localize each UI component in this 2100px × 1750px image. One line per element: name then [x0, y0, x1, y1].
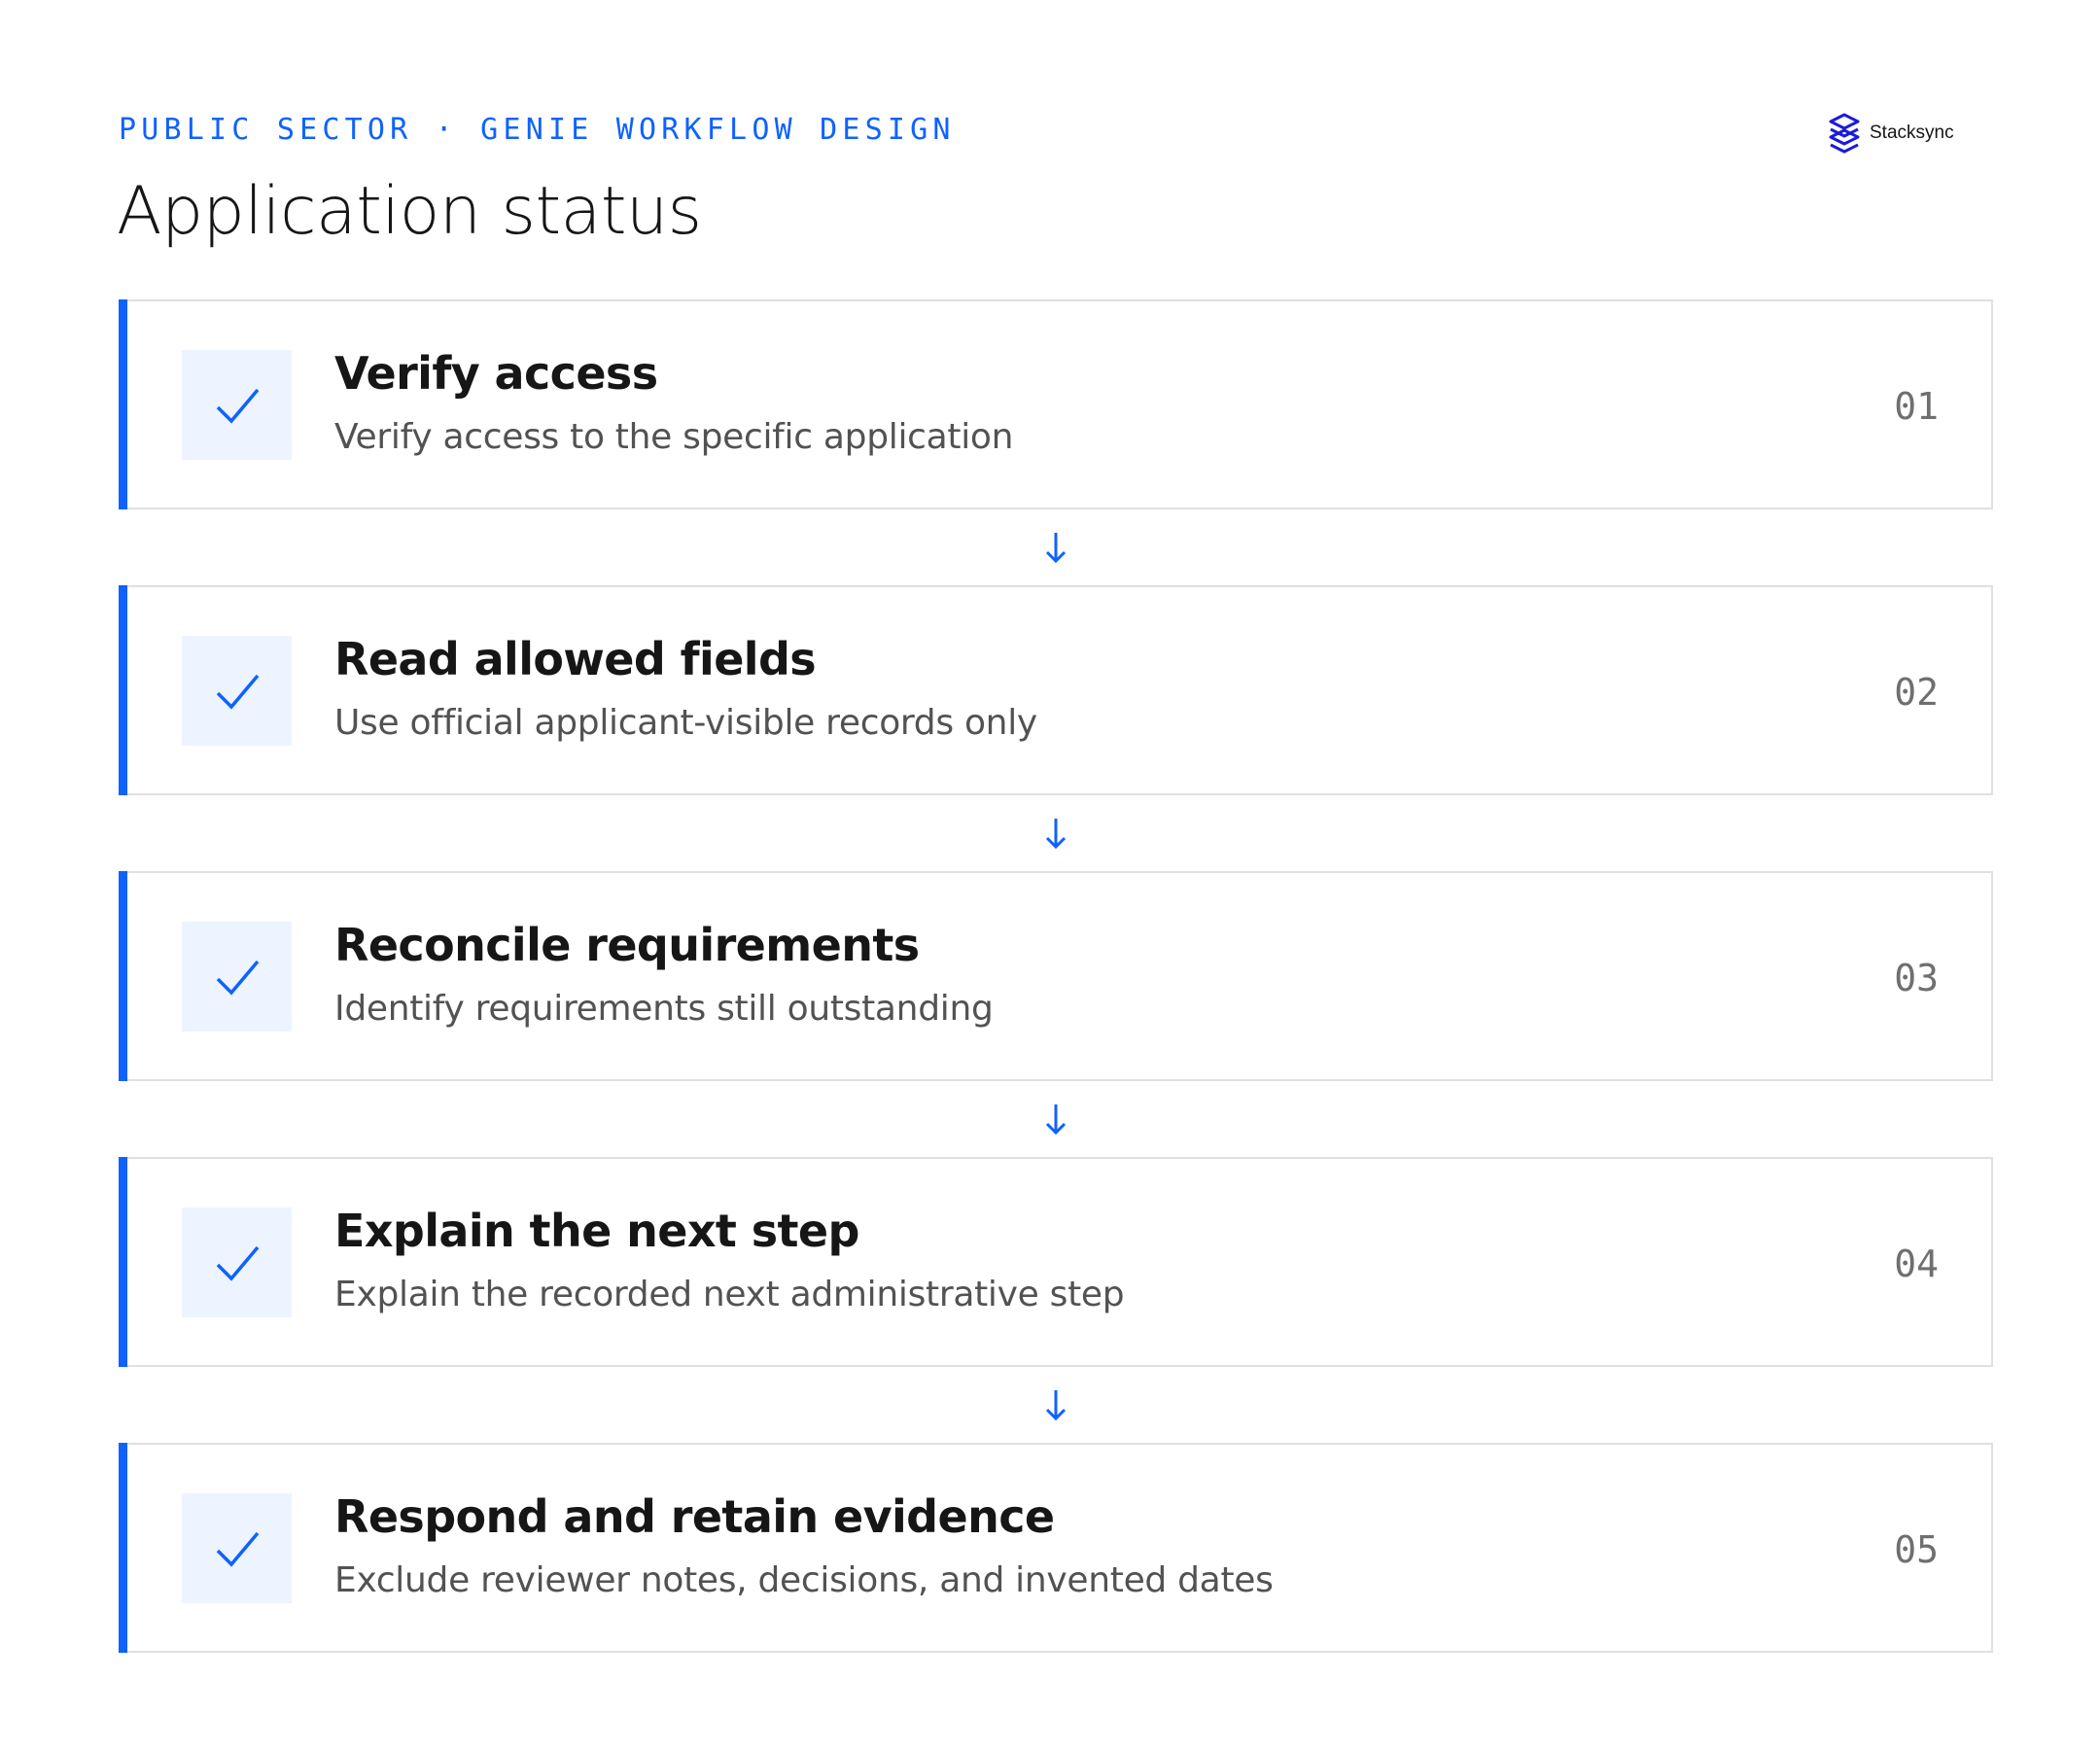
step-description: Verify access to the specific applicatio… [334, 417, 1014, 457]
step-connector [119, 1367, 1993, 1443]
step-number: 05 [1894, 1528, 1939, 1571]
check-icon [214, 382, 261, 429]
check-badge [182, 1493, 292, 1603]
check-badge [182, 922, 292, 1032]
step-title: Read allowed fields [334, 633, 817, 685]
logo-wordmark: Stacksync [1870, 122, 1954, 143]
step-number: 01 [1894, 385, 1939, 428]
step-connector [119, 1081, 1993, 1157]
page-title: Application status [117, 173, 702, 250]
step-card: Reconcile requirements Identify requirem… [119, 871, 1993, 1081]
check-icon [214, 668, 261, 715]
step-connector [119, 795, 1993, 871]
step-card: Explain the next step Explain the record… [119, 1157, 1993, 1367]
arrow-down-icon [1044, 817, 1068, 850]
step-connector [119, 509, 1993, 585]
check-icon [214, 1525, 261, 1572]
brand-logo: Stacksync [1825, 112, 1954, 155]
step-card: Read allowed fields Use official applica… [119, 585, 1993, 795]
step-number: 02 [1894, 671, 1939, 714]
step-description: Explain the recorded next administrative… [334, 1275, 1125, 1314]
arrow-down-icon [1044, 1102, 1068, 1136]
step-description: Identify requirements still outstanding [334, 989, 994, 1029]
check-icon [214, 954, 261, 1000]
step-number: 04 [1894, 1242, 1939, 1285]
step-title: Reconcile requirements [334, 919, 920, 971]
check-icon [214, 1240, 261, 1286]
step-title: Respond and retain evidence [334, 1490, 1055, 1543]
eyebrow-label: PUBLIC SECTOR · GENIE WORKFLOW DESIGN [119, 113, 956, 147]
step-title: Verify access [334, 347, 658, 400]
step-card: Verify access Verify access to the speci… [119, 299, 1993, 509]
check-badge [182, 636, 292, 746]
step-description: Exclude reviewer notes, decisions, and i… [334, 1560, 1274, 1600]
check-badge [182, 1208, 292, 1317]
check-badge [182, 350, 292, 460]
stacksync-logo-icon [1825, 112, 1864, 155]
step-description: Use official applicant-visible records o… [334, 703, 1037, 743]
step-title: Explain the next step [334, 1205, 859, 1257]
arrow-down-icon [1044, 1388, 1068, 1421]
arrow-down-icon [1044, 531, 1068, 564]
step-card: Respond and retain evidence Exclude revi… [119, 1443, 1993, 1653]
step-number: 03 [1894, 957, 1939, 999]
workflow-steps: Verify access Verify access to the speci… [119, 299, 1993, 1653]
